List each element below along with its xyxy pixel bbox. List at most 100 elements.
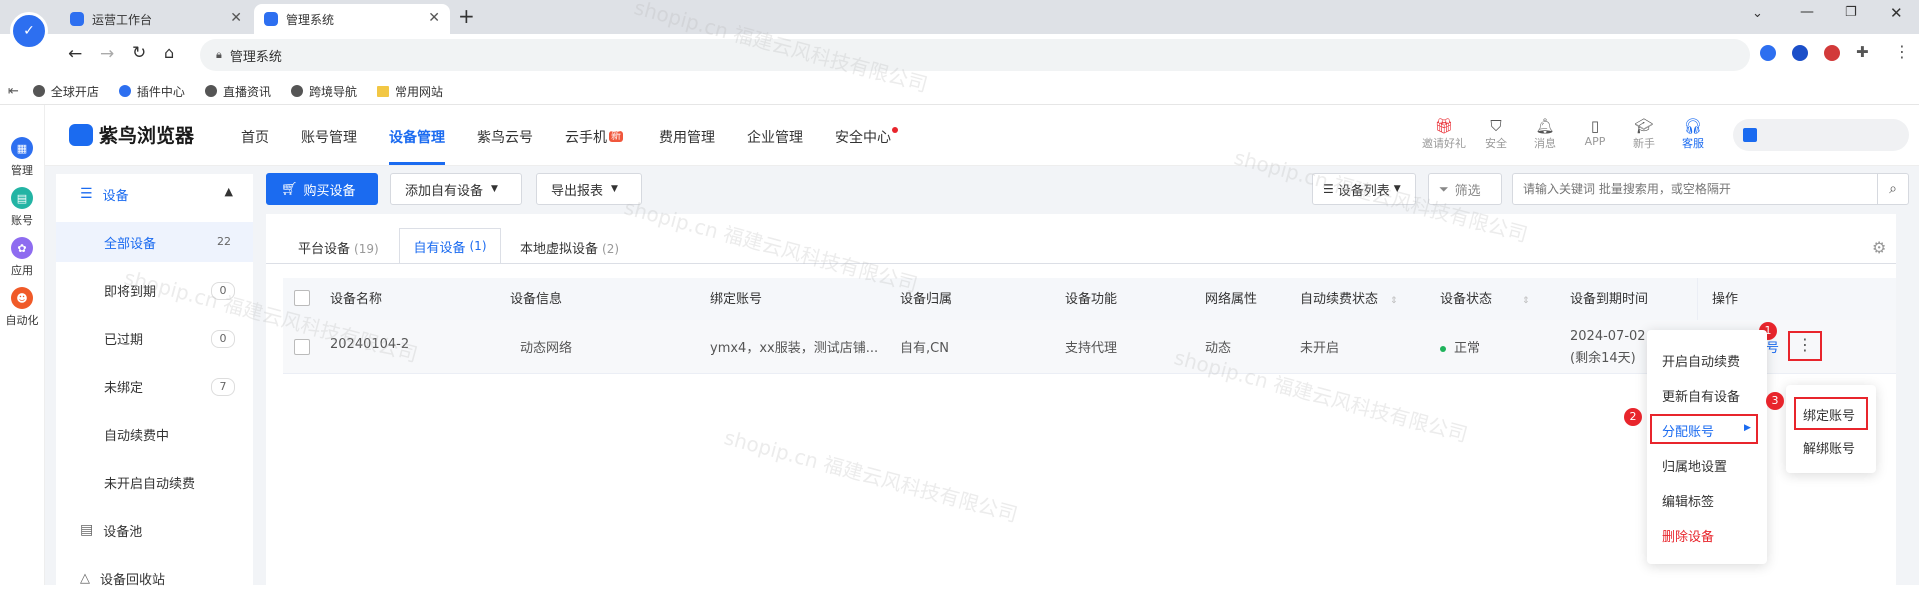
restore-button[interactable]: ❐ [1845, 5, 1857, 20]
select-all-checkbox[interactable] [294, 290, 310, 306]
messages-button[interactable]: 🔔︎ 消息 [1527, 117, 1563, 151]
extensions-puzzle-icon[interactable]: ✚ [1856, 43, 1869, 61]
nav-item-billing[interactable]: 费用管理 [659, 127, 715, 147]
sidebar-item-unbound[interactable]: 未绑定 7 [56, 366, 253, 406]
bookmark-item[interactable]: 全球开店 [32, 83, 99, 100]
warning-icon: △ [80, 570, 90, 586]
nav-item-accounts[interactable]: 账号管理 [301, 127, 357, 147]
ziniao-logo-icon: ✓ [23, 23, 35, 39]
tab-label: 自有设备 [413, 240, 466, 256]
close-icon[interactable]: ✕ [428, 10, 440, 26]
device-sidebar: ☰ 设备 ▲ 全部设备 22 即将到期 0 已过期 0 未绑定 7 自动续费中 … [56, 174, 253, 588]
back-icon[interactable]: ← [68, 44, 82, 64]
rail-item-apps[interactable]: ✿ 应用 [0, 237, 44, 278]
pool-icon: ▤ [80, 522, 94, 538]
column-header-status[interactable]: 设备状态 ⇕ [1440, 288, 1530, 307]
more-actions-button[interactable]: ⋮ [1795, 335, 1815, 357]
invite-button[interactable]: 🎁︎ 邀请好礼 [1418, 117, 1470, 151]
tab-divider [266, 263, 1896, 264]
nav-item-enterprise[interactable]: 企业管理 [747, 127, 803, 147]
minimize-button[interactable]: — [1800, 4, 1814, 20]
cart-icon: 🛒︎ [281, 181, 298, 197]
browser-menu-icon[interactable]: ⋮ [1894, 42, 1910, 61]
folder-icon [376, 85, 389, 97]
column-header-name: 设备名称 [330, 292, 383, 307]
tab-local-virtual-devices[interactable]: 本地虚拟设备 (2) [520, 238, 619, 257]
company-icon [1743, 128, 1757, 142]
extension-blue-icon[interactable] [1792, 45, 1808, 61]
new-tab-button[interactable]: + [458, 4, 475, 28]
bookmark-item[interactable]: 直播资讯 [204, 83, 271, 100]
sidebar-item-all-devices[interactable]: 全部设备 22 [56, 222, 253, 262]
tab-own-devices[interactable]: 自有设备 (1) [399, 228, 501, 264]
browser-tab-2[interactable]: 管理系统 ✕ [254, 4, 450, 34]
bookmark-item[interactable]: 跨境导航 [290, 83, 357, 100]
search-input[interactable] [1512, 173, 1878, 205]
button-label: 筛选 [1454, 183, 1481, 199]
sidebar-item-recycle-bin[interactable]: △ 设备回收站 [56, 558, 253, 598]
nav-label: 云手机 [565, 130, 607, 146]
menu-item-delete-device[interactable]: 删除设备 [1662, 526, 1714, 545]
bookmarks-bar: ⇤ 全球开店 插件中心 直播资讯 跨境导航 常用网站 [0, 78, 1919, 105]
button-label: 添加自有设备 [405, 183, 484, 199]
sidebar-section-label: 设备 [102, 188, 129, 204]
menu-item-location-settings[interactable]: 归属地设置 [1662, 456, 1727, 475]
settings-gear-icon[interactable]: ⚙ [1872, 238, 1886, 257]
add-own-device-button[interactable]: 添加自有设备 ▼ [390, 173, 522, 205]
topbar-label: 客服 [1682, 137, 1704, 150]
buy-device-button[interactable]: 🛒︎ 购买设备 [266, 173, 378, 205]
button-label: 导出报表 [551, 183, 604, 199]
extension-red-icon[interactable] [1824, 45, 1840, 61]
globe-icon [32, 85, 45, 97]
sidebar-item-device-pool[interactable]: ▤ 设备池 [56, 510, 253, 550]
rail-item-manage[interactable]: ▦ 管理 [0, 137, 44, 178]
nav-active-underline [389, 162, 445, 165]
sidebar-toggle-icon[interactable]: ⇤ [8, 84, 19, 99]
extension-location-icon[interactable] [1760, 45, 1776, 61]
cell-bound-accounts[interactable]: ymx4，xx服装，测试店铺... [710, 337, 878, 356]
sidebar-item-autorenew-off[interactable]: 未开启自动续费 [56, 462, 253, 502]
menu-item-enable-autorenew[interactable]: 开启自动续费 [1662, 351, 1740, 370]
search-button[interactable]: ⌕ [1877, 173, 1909, 205]
home-icon[interactable]: ⌂ [164, 43, 174, 62]
bookmark-item[interactable]: 常用网站 [376, 83, 443, 100]
menu-item-update-device[interactable]: 更新自有设备 [1662, 386, 1740, 405]
app-button[interactable]: ▯ APP [1577, 117, 1613, 148]
beginner-button[interactable]: 🎓︎ 新手 [1626, 117, 1662, 151]
bookmark-label: 全球开店 [50, 84, 99, 99]
bookmark-label: 常用网站 [394, 84, 443, 99]
column-header-function: 设备功能 [1065, 292, 1118, 307]
submenu-item-unbind-account[interactable]: 解绑账号 [1803, 438, 1855, 457]
tab-platform-devices[interactable]: 平台设备 (19) [298, 238, 379, 257]
column-header-autorenew[interactable]: 自动续费状态 ⇕ [1300, 288, 1398, 307]
nav-item-cloud-phone[interactable]: 云手机新 [565, 127, 623, 147]
expire-remaining: (剩余14天) [1570, 351, 1636, 366]
close-window-button[interactable]: ✕ [1890, 4, 1903, 22]
sidebar-item-autorenew-on[interactable]: 自动续费中 [56, 414, 253, 454]
close-icon[interactable]: ✕ [230, 10, 242, 26]
row-checkbox[interactable] [294, 339, 310, 355]
security-button[interactable]: ⛉ 安全 [1478, 117, 1514, 151]
sidebar-item-expired[interactable]: 已过期 0 [56, 318, 253, 358]
bookmark-item[interactable]: 插件中心 [118, 83, 185, 100]
rail-label: 管理 [11, 164, 33, 177]
browser-tab-1[interactable]: 运营工作台 ✕ [60, 4, 252, 34]
chevron-down-icon[interactable]: ⌄ [1752, 6, 1763, 21]
forward-icon[interactable]: → [100, 44, 114, 64]
nav-item-devices[interactable]: 设备管理 [389, 127, 445, 147]
customer-service-button[interactable]: 🎧︎ 客服 [1675, 117, 1711, 151]
nav-item-cloud-id[interactable]: 紫鸟云号 [477, 127, 533, 147]
user-profile-pill[interactable] [1733, 119, 1909, 151]
sort-icon: ⇕ [1390, 296, 1398, 306]
sidebar-section-devices[interactable]: ☰ 设备 ▲ [56, 174, 253, 214]
reload-icon[interactable]: ↻ [132, 43, 146, 63]
rail-item-automation[interactable]: ☻ 自动化 [0, 287, 44, 328]
nav-item-home[interactable]: 首页 [241, 127, 269, 147]
browser-profile-avatar[interactable]: ✓ [10, 12, 48, 50]
menu-item-edit-tags[interactable]: 编辑标签 [1662, 491, 1714, 510]
nav-item-security[interactable]: 安全中心 [835, 127, 898, 147]
sidebar-item-count: 7 [211, 378, 235, 396]
caret-down-icon: ▼ [611, 184, 618, 194]
rail-item-account[interactable]: ▤ 账号 [0, 187, 44, 228]
omnibox[interactable]: 🔒︎ 管理系统 [200, 39, 1750, 71]
